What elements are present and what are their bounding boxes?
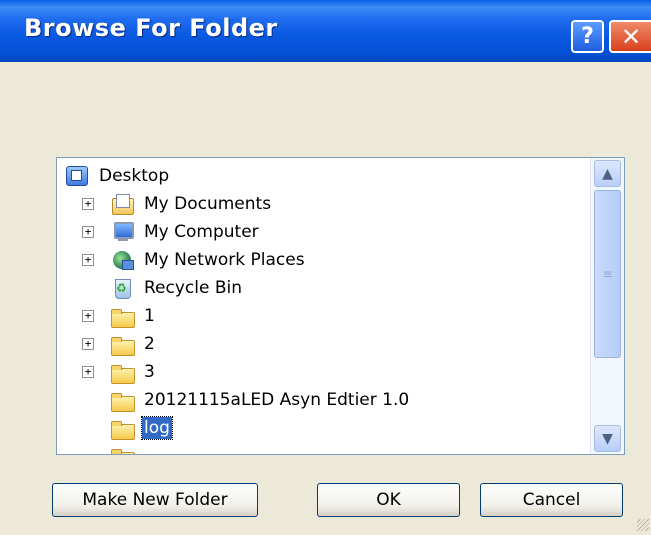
cancel-button[interactable]: Cancel bbox=[480, 483, 623, 517]
documents-folder-icon bbox=[110, 193, 134, 215]
scroll-down-button[interactable]: ▼ bbox=[594, 425, 621, 452]
ok-button[interactable]: OK bbox=[317, 483, 460, 517]
tree-item-label: My Network Places bbox=[144, 250, 305, 270]
tree-item-recycle-bin[interactable]: Recycle Bin bbox=[110, 274, 244, 302]
tree-item-label: 1 bbox=[144, 306, 155, 326]
expand-icon[interactable]: + bbox=[82, 366, 94, 378]
cancel-label: Cancel bbox=[522, 490, 581, 510]
tree-item-label: Desktop bbox=[99, 166, 170, 186]
network-places-icon bbox=[110, 249, 134, 271]
grip-icon: ≡ bbox=[602, 267, 613, 281]
tree-item-my-documents[interactable]: My Documents bbox=[110, 190, 273, 218]
tree-item-led-editor[interactable]: 20121115aLED Asyn Edtier 1.0 bbox=[110, 386, 411, 414]
computer-icon bbox=[110, 221, 134, 243]
help-button[interactable]: ? bbox=[571, 20, 604, 53]
scrollbar-thumb[interactable]: ≡ bbox=[594, 190, 621, 358]
expand-icon[interactable]: + bbox=[82, 226, 94, 238]
tree-item-label: 2 bbox=[144, 334, 155, 354]
recycle-bin-icon bbox=[110, 277, 134, 299]
desktop-icon bbox=[65, 165, 89, 187]
tree-item-label: log bbox=[141, 416, 173, 440]
chevron-up-icon: ▲ bbox=[602, 165, 613, 182]
tree-item-my-computer[interactable]: My Computer bbox=[110, 218, 261, 246]
close-icon: ✕ bbox=[620, 22, 642, 51]
close-button[interactable]: ✕ bbox=[609, 20, 651, 53]
browse-for-folder-dialog: Browse For Folder ? ✕ Desktop + My Docum… bbox=[0, 0, 651, 535]
tree-item-folder-1[interactable]: 1 bbox=[110, 302, 157, 330]
expand-icon[interactable]: + bbox=[82, 338, 94, 350]
scroll-up-button[interactable]: ▲ bbox=[594, 160, 621, 187]
title-bar[interactable]: Browse For Folder ? ✕ bbox=[0, 0, 651, 62]
tree-item-desktop[interactable]: Desktop bbox=[65, 162, 171, 190]
ok-label: OK bbox=[376, 490, 401, 510]
tree-item-folder-2[interactable]: 2 bbox=[110, 330, 157, 358]
tree-item-partial[interactable] bbox=[110, 442, 142, 454]
tree-item-label: My Documents bbox=[144, 194, 272, 214]
expand-icon[interactable]: + bbox=[82, 198, 94, 210]
resize-grip-icon[interactable] bbox=[637, 519, 649, 531]
make-new-folder-label: Make New Folder bbox=[82, 490, 228, 510]
folder-tree[interactable]: Desktop + My Documents + My Computer + M… bbox=[56, 157, 625, 455]
make-new-folder-button[interactable]: Make New Folder bbox=[52, 483, 258, 517]
folder-icon bbox=[110, 333, 135, 356]
tree-item-label: 3 bbox=[144, 362, 155, 382]
vertical-scrollbar[interactable]: ▲ ≡ ▼ bbox=[590, 158, 624, 454]
tree-item-folder-3[interactable]: 3 bbox=[110, 358, 157, 386]
tree-item-label: My Computer bbox=[144, 222, 259, 242]
folder-icon bbox=[110, 389, 135, 412]
tree-item-label: 20121115aLED Asyn Edtier 1.0 bbox=[144, 390, 410, 410]
folder-icon bbox=[110, 445, 135, 454]
tree-item-log[interactable]: log bbox=[110, 414, 173, 442]
tree-item-label: Recycle Bin bbox=[144, 278, 243, 298]
chevron-down-icon: ▼ bbox=[602, 430, 613, 447]
open-folder-icon bbox=[110, 417, 135, 440]
window-title: Browse For Folder bbox=[24, 14, 278, 42]
help-icon: ? bbox=[581, 24, 594, 49]
expand-icon[interactable]: + bbox=[82, 310, 94, 322]
folder-icon bbox=[110, 305, 135, 328]
folder-icon bbox=[110, 361, 135, 384]
expand-icon[interactable]: + bbox=[82, 254, 94, 266]
tree-item-my-network-places[interactable]: My Network Places bbox=[110, 246, 307, 274]
